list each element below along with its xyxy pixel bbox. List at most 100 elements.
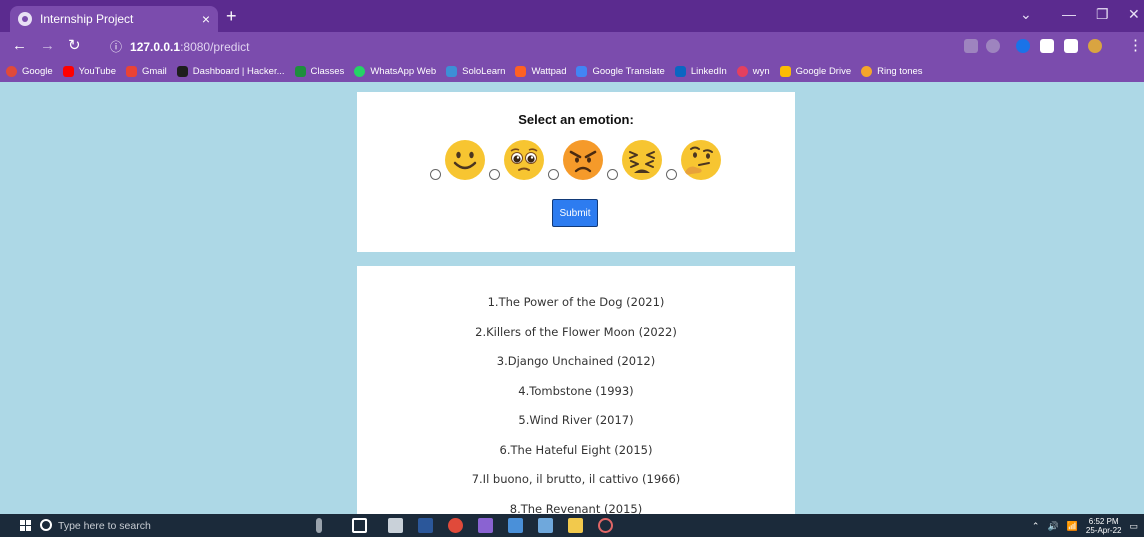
emotion-option-pleading <box>488 138 546 182</box>
bookmark-google-drive[interactable]: Google Drive <box>779 65 851 77</box>
taskbar-search[interactable]: Type here to search <box>40 516 290 535</box>
emotion-radio-happy[interactable] <box>429 169 441 180</box>
list-item: 5.Wind River (2017) <box>518 413 634 427</box>
clock[interactable]: 6:52 PM 25-Apr-22 <box>1086 517 1122 535</box>
share-icon[interactable] <box>964 39 978 53</box>
app-icon[interactable] <box>388 518 403 533</box>
page-content: Select an emotion: Submit 1.The Power of… <box>0 82 1144 526</box>
menu-kebab-icon[interactable]: ⋮ <box>1128 37 1143 55</box>
address-bar[interactable]: ⓘ 127.0.0.1:8080/predict <box>100 36 1040 57</box>
list-item: 3.Django Unchained (2012) <box>496 354 656 368</box>
bookmark-sololearn[interactable]: SoloLearn <box>446 65 505 77</box>
list-item: 7.Il buono, il brutto, il cattivo (1966) <box>471 472 681 486</box>
wattpad-icon <box>515 65 527 77</box>
pleading-face-icon[interactable] <box>502 138 546 182</box>
extension-s-icon[interactable] <box>1016 39 1030 53</box>
list-item: 1.The Power of the Dog (2021) <box>487 295 665 309</box>
list-item: 4.Tombstone (1993) <box>518 383 634 398</box>
google-icon <box>6 65 17 77</box>
linkedin-icon <box>674 65 686 77</box>
profile-avatar[interactable] <box>1088 39 1102 53</box>
volume-icon[interactable]: 🔊 <box>1047 521 1058 532</box>
thinking-face-icon[interactable] <box>679 138 723 182</box>
bookmark-hackerrank[interactable]: Dashboard | Hacker... <box>176 65 285 77</box>
tab-search-icon[interactable]: ⌄ <box>1020 6 1032 23</box>
bookmark-google-translate[interactable]: Google Translate <box>576 65 665 77</box>
browser-toolbar: ← → ↻ ⓘ 127.0.0.1:8080/predict ⋮ <box>0 32 1144 60</box>
task-view-icon[interactable] <box>352 518 367 533</box>
windows-start-icon[interactable] <box>20 520 31 531</box>
app-icon[interactable] <box>538 518 553 533</box>
emotion-option-happy <box>429 138 487 182</box>
forward-arrow-icon[interactable]: → <box>40 37 55 55</box>
whatsapp-icon <box>354 65 366 77</box>
cortana-icon <box>40 519 52 531</box>
tired-face-icon[interactable] <box>620 138 664 182</box>
emotion-form: Select an emotion: Submit <box>357 92 795 252</box>
tab-bar: Internship Project × + ⌄ — ❐ ✕ <box>0 0 1144 32</box>
emotion-option-thinking <box>665 138 723 182</box>
gmail-icon <box>125 65 137 77</box>
visual-studio-icon[interactable] <box>478 518 493 533</box>
tab-close-icon[interactable]: × <box>202 11 210 27</box>
bookmark-gmail[interactable]: Gmail <box>125 65 167 77</box>
file-explorer-icon[interactable] <box>568 518 583 533</box>
submit-button[interactable]: Submit <box>552 199 598 227</box>
emotion-option-angry <box>547 138 605 182</box>
clock-date: 25-Apr-22 <box>1085 526 1122 535</box>
bookmarks-bar: Google YouTube Gmail Dashboard | Hacker.… <box>0 60 1144 82</box>
search-placeholder: Type here to search <box>58 519 151 532</box>
recommendations-card: 1.The Power of the Dog (2021) 2.Killers … <box>357 266 795 526</box>
word-icon[interactable] <box>418 518 433 533</box>
bookmark-star-icon[interactable] <box>986 39 1000 53</box>
microphone-icon[interactable] <box>316 518 322 533</box>
maximize-button[interactable]: ❐ <box>1096 6 1109 23</box>
bookmark-wyn[interactable]: wyn <box>736 65 770 77</box>
side-panel-icon[interactable] <box>1064 39 1078 53</box>
screen: Internship Project × + ⌄ — ❐ ✕ ← → ↻ ⓘ 1… <box>0 0 1144 537</box>
show-hidden-icons-icon[interactable]: ⌃ <box>1032 521 1040 532</box>
chrome-icon[interactable] <box>448 518 463 533</box>
bookmark-whatsapp[interactable]: WhatsApp Web <box>354 65 436 77</box>
bookmark-google[interactable]: Google <box>6 65 53 77</box>
emotion-radio-pleading[interactable] <box>488 169 500 180</box>
list-item: 2.Killers of the Flower Moon (2022) <box>475 324 677 339</box>
wyn-icon <box>736 65 748 77</box>
settings-gear-icon[interactable] <box>598 518 613 533</box>
hackerrank-icon <box>176 65 188 77</box>
bookmark-linkedin[interactable]: LinkedIn <box>674 65 727 77</box>
new-tab-button[interactable]: + <box>226 6 237 26</box>
google-drive-icon <box>779 65 791 77</box>
tab-title: Internship Project <box>40 12 134 26</box>
browser-tab[interactable]: Internship Project × <box>10 6 218 32</box>
classroom-icon <box>294 65 306 77</box>
reload-icon[interactable]: ↻ <box>68 37 81 55</box>
bookmark-classes[interactable]: Classes <box>294 65 344 77</box>
close-window-button[interactable]: ✕ <box>1128 6 1140 23</box>
angry-face-icon[interactable] <box>561 138 605 182</box>
movie-list: 1.The Power of the Dog (2021) 2.Killers … <box>357 266 795 530</box>
list-item: 6.The Hateful Eight (2015) <box>499 442 653 457</box>
translate-icon <box>576 65 588 77</box>
bookmark-wattpad[interactable]: Wattpad <box>515 65 566 77</box>
back-arrow-icon[interactable]: ← <box>12 37 27 55</box>
notifications-icon[interactable]: ▭ <box>1129 521 1138 532</box>
form-heading: Select an emotion: <box>518 112 634 127</box>
emotion-radio-thinking[interactable] <box>665 169 677 180</box>
minimize-button[interactable]: — <box>1062 6 1076 22</box>
bookmark-ring-tones[interactable]: Ring tones <box>861 65 923 77</box>
extensions-puzzle-icon[interactable] <box>1040 39 1054 53</box>
site-favicon-icon <box>18 12 32 26</box>
system-tray: ⌃ 🔊 📶 6:52 PM 25-Apr-22 ▭ <box>1032 517 1138 535</box>
windows-taskbar: Type here to search ⌃ 🔊 📶 6:52 PM 25-Apr… <box>0 514 1144 537</box>
url-host: 127.0.0.1 <box>130 39 181 54</box>
emotion-radio-tired[interactable] <box>606 169 618 180</box>
bookmark-youtube[interactable]: YouTube <box>62 65 116 77</box>
clock-time: 6:52 PM <box>1088 517 1119 526</box>
site-info-icon[interactable]: ⓘ <box>110 38 122 55</box>
network-icon[interactable]: 📶 <box>1067 521 1078 532</box>
happy-face-icon[interactable] <box>443 138 487 182</box>
photos-icon[interactable] <box>508 518 523 533</box>
ring-tones-icon <box>861 65 873 77</box>
emotion-radio-angry[interactable] <box>547 169 559 180</box>
